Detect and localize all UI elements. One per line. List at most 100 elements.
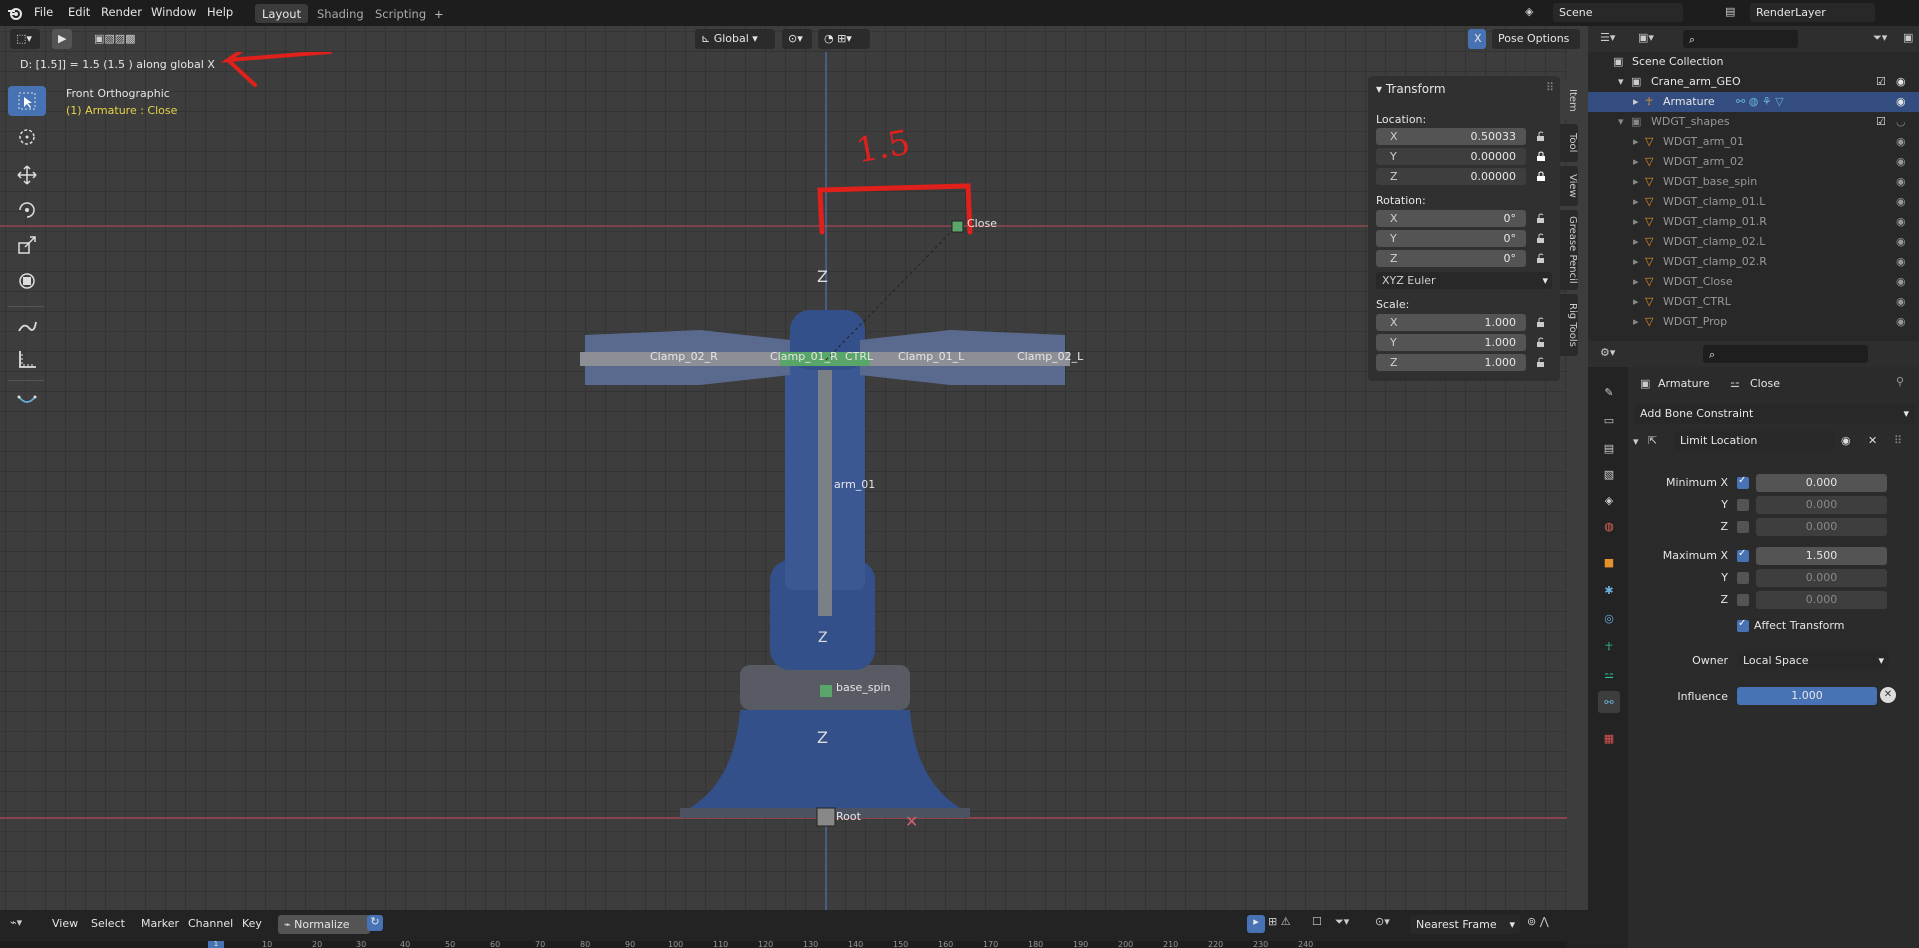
view-icons[interactable]: ⊞ ⚠ xyxy=(1268,915,1291,928)
rotation-x-field[interactable]: X 0° xyxy=(1376,210,1526,227)
lock-open-icon[interactable] xyxy=(1536,233,1546,243)
editor-type-icon[interactable]: ☰▾ xyxy=(1600,31,1615,44)
minimum-z-field[interactable]: 0.000 xyxy=(1756,518,1887,536)
scale-y-field[interactable]: Y 1.000 xyxy=(1376,334,1526,351)
normalize-toggle[interactable]: ⌁ Normalize xyxy=(278,915,370,934)
rotation-y-field[interactable]: Y 0° xyxy=(1376,230,1526,247)
timeline-menu-channel[interactable]: Channel xyxy=(188,917,233,930)
mirror-x-button[interactable]: X xyxy=(1468,29,1486,49)
eye-icon[interactable]: ◉ xyxy=(1896,95,1906,108)
outliner-row[interactable]: ▸ ▽ WDGT_clamp_02.L ◉ xyxy=(1588,232,1919,252)
select-mode-icon[interactable]: ▶ xyxy=(52,29,72,49)
editor-type-button[interactable]: ⬚▾ xyxy=(10,29,40,49)
display-mode-icon[interactable]: ▣▾ xyxy=(1638,31,1654,44)
scale-x-field[interactable]: X 1.000 xyxy=(1376,314,1526,331)
add-bone-constraint-button[interactable]: Add Bone Constraint ▾ xyxy=(1634,404,1915,424)
owner-space-select[interactable]: Local Space ▾ xyxy=(1737,651,1889,669)
eye-icon[interactable]: ◉ xyxy=(1896,255,1906,268)
outliner-row[interactable]: ▸ ☥ Armature ⚯ ◍ ⚘ ▽ ◉ xyxy=(1588,92,1919,112)
menu-render[interactable]: Render xyxy=(101,5,142,19)
affect-transform-checkbox[interactable]: ✓ xyxy=(1737,618,1749,632)
sidebar-tab-item[interactable]: Item xyxy=(1560,80,1578,120)
pose-options-button[interactable]: Pose Options xyxy=(1492,29,1580,49)
location-z-field[interactable]: Z 0.00000 xyxy=(1376,168,1526,185)
physics-tab-icon[interactable]: ◎ xyxy=(1598,607,1620,629)
outliner-row[interactable]: ▸ ▽ WDGT_Close ◉ xyxy=(1588,272,1919,292)
filter-icon[interactable]: ⏷▾ xyxy=(1335,915,1349,929)
eye-icon[interactable]: ◉ xyxy=(1896,295,1906,308)
eye-icon[interactable]: ◉ xyxy=(1896,235,1906,248)
minimum-y-checkbox[interactable] xyxy=(1737,499,1749,511)
menu-help[interactable]: Help xyxy=(207,5,233,19)
outliner-scene-collection[interactable]: ▣ Scene Collection xyxy=(1588,52,1919,72)
editor-type-icon[interactable]: ⚙▾ xyxy=(1600,346,1615,359)
proportional-icon[interactable]: ⊚ ⋀ xyxy=(1527,915,1549,928)
pivot-point-icon[interactable]: ⊙▾ xyxy=(782,29,812,49)
render-tab-icon[interactable]: ▭ xyxy=(1598,409,1620,431)
scene-selector[interactable]: Scene xyxy=(1553,3,1683,22)
view-layer-tab-icon[interactable]: ▧ xyxy=(1598,463,1620,485)
maximum-z-field[interactable]: 0.000 xyxy=(1756,591,1887,609)
new-collection-icon[interactable]: ▣ xyxy=(1903,31,1913,44)
current-frame-indicator[interactable]: 1 xyxy=(208,941,224,948)
tab-shading[interactable]: Shading xyxy=(310,4,371,23)
location-x-field[interactable]: X 0.50033 xyxy=(1376,128,1526,145)
scene-tab-icon[interactable]: ◈ xyxy=(1598,489,1620,511)
view-layer-selector[interactable]: RenderLayer xyxy=(1750,3,1875,22)
select-arrow-icon[interactable]: ▸ xyxy=(1247,915,1265,933)
outliner-row[interactable]: ▾ ▣ WDGT_shapes ☑ ◡ xyxy=(1588,112,1919,132)
snap-mode-select[interactable]: Nearest Frame ▾ xyxy=(1410,915,1520,934)
outliner-row[interactable]: ▾ ▣ Crane_arm_GEO ☑ ◉ xyxy=(1588,72,1919,92)
eye-icon[interactable]: ◉ xyxy=(1896,135,1906,148)
maximum-x-checkbox[interactable]: ✓ xyxy=(1737,548,1749,562)
scale-z-field[interactable]: Z 1.000 xyxy=(1376,354,1526,371)
eye-icon[interactable]: ◉ xyxy=(1841,434,1851,447)
sidebar-tab-rig-tools[interactable]: Rig Tools xyxy=(1560,294,1578,356)
pin-icon[interactable]: ⚲ xyxy=(1896,375,1904,388)
world-tab-icon[interactable]: ◍ xyxy=(1598,515,1620,537)
outliner-row[interactable]: ▸ ▽ WDGT_clamp_01.L ◉ xyxy=(1588,192,1919,212)
eye-icon[interactable]: ◉ xyxy=(1896,175,1906,188)
minimum-z-checkbox[interactable] xyxy=(1737,521,1749,533)
eye-icon[interactable]: ◉ xyxy=(1896,215,1906,228)
checkbox-icon[interactable]: ☐ xyxy=(1312,915,1322,928)
outliner-row[interactable]: ▸ ▽ WDGT_clamp_02.R ◉ xyxy=(1588,252,1919,272)
lock-open-icon[interactable] xyxy=(1536,131,1546,141)
rotation-z-field[interactable]: Z 0° xyxy=(1376,250,1526,267)
outliner-search-input[interactable]: ⌕ xyxy=(1683,30,1798,48)
refresh-icon[interactable]: ↻ xyxy=(367,915,383,931)
timeline-menu-select[interactable]: Select xyxy=(91,917,125,930)
drag-handle-icon[interactable]: ⠿ xyxy=(1546,81,1554,94)
sidebar-tab-grease-pencil[interactable]: Grease Pencil xyxy=(1560,210,1578,290)
outliner-row[interactable]: ▸ ▽ WDGT_base_spin ◉ xyxy=(1588,172,1919,192)
eye-icon[interactable]: ◉ xyxy=(1896,315,1906,328)
minimum-x-field[interactable]: 0.000 xyxy=(1756,474,1887,492)
texture-tab-icon[interactable]: ▦ xyxy=(1598,727,1620,749)
bone-constraint-tab-icon[interactable]: ⚯ xyxy=(1598,691,1620,713)
lock-open-icon[interactable] xyxy=(1536,253,1546,263)
blender-logo-icon[interactable] xyxy=(7,5,23,21)
checkbox-icon[interactable]: ☑ xyxy=(1876,115,1886,128)
menu-window[interactable]: Window xyxy=(151,5,196,19)
disable-keep-temp-icon[interactable]: ✕ xyxy=(1880,687,1896,703)
menu-edit[interactable]: Edit xyxy=(68,5,90,19)
transform-panel-title[interactable]: ▾ Transform xyxy=(1376,82,1446,96)
timeline-menu-key[interactable]: Key xyxy=(242,917,262,930)
minimum-y-field[interactable]: 0.000 xyxy=(1756,496,1887,514)
filter-icon[interactable]: ⏷▾ xyxy=(1873,31,1887,45)
outliner-row[interactable]: ▸ ▽ WDGT_clamp_01.R ◉ xyxy=(1588,212,1919,232)
checkbox-icon[interactable]: ☑ xyxy=(1876,75,1886,88)
eye-icon[interactable]: ◉ xyxy=(1896,195,1906,208)
timeline-menu-marker[interactable]: Marker xyxy=(141,917,179,930)
maximum-y-checkbox[interactable] xyxy=(1737,572,1749,584)
tool-tab-icon[interactable]: ✎ xyxy=(1598,381,1620,403)
modifiers-tab-icon[interactable]: ✱ xyxy=(1598,579,1620,601)
outliner-row[interactable]: ▸ ▽ WDGT_CTRL ◉ xyxy=(1588,292,1919,312)
transform-orientation-select[interactable]: ⊾ Global ▾ xyxy=(695,29,775,49)
properties-search-input[interactable]: ⌕ xyxy=(1703,345,1868,363)
influence-slider[interactable]: 1.000 xyxy=(1737,687,1877,705)
timeline-menu-view[interactable]: View xyxy=(52,917,78,930)
location-y-field[interactable]: Y 0.00000 xyxy=(1376,148,1526,165)
lock-closed-icon[interactable] xyxy=(1536,171,1546,181)
outliner-row[interactable]: ▸ ▽ WDGT_arm_01 ◉ xyxy=(1588,132,1919,152)
